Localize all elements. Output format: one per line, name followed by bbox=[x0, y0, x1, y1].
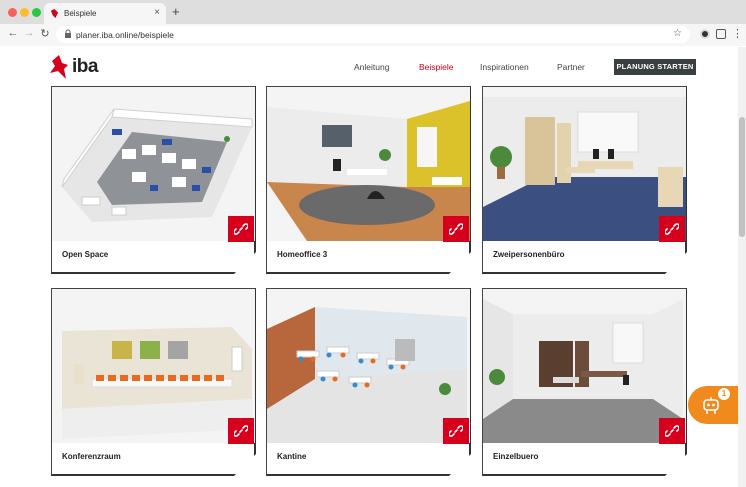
page-scrollbar[interactable] bbox=[738, 47, 746, 487]
reload-button[interactable]: ↻ bbox=[38, 27, 52, 40]
nav-anleitung[interactable]: Anleitung bbox=[354, 62, 389, 72]
browser-chrome: Beispiele × + ← → ↻ planer.iba.online/be… bbox=[0, 0, 746, 46]
extension-icon[interactable] bbox=[700, 29, 710, 39]
address-bar[interactable]: planer.iba.online/beispiele ☆ bbox=[56, 26, 690, 43]
new-tab-button[interactable]: + bbox=[172, 4, 180, 19]
nav-partner[interactable]: Partner bbox=[557, 62, 585, 72]
card-title: Open Space bbox=[62, 250, 109, 259]
minimize-window-button[interactable] bbox=[20, 8, 29, 17]
scrollbar-thumb[interactable] bbox=[739, 117, 745, 237]
card-corner-cut bbox=[665, 252, 687, 274]
zweipersonenbuero-render bbox=[483, 87, 686, 241]
extension-icon[interactable] bbox=[716, 29, 726, 39]
url-text: planer.iba.online/beispiele bbox=[76, 30, 174, 40]
example-card-open-space[interactable]: Open Space bbox=[51, 86, 256, 274]
link-icon bbox=[665, 425, 679, 437]
einzelbuero-render bbox=[483, 289, 686, 443]
tab-strip: Beispiele × + bbox=[0, 0, 746, 24]
bookmark-star-icon[interactable]: ☆ bbox=[673, 28, 682, 39]
card-corner-cut bbox=[449, 454, 471, 476]
example-card-kantine[interactable]: Kantine bbox=[266, 288, 471, 476]
card-title: Konferenzraum bbox=[62, 452, 121, 461]
maximize-window-button[interactable] bbox=[32, 8, 41, 17]
start-planning-button[interactable]: PLANUNG STARTEN bbox=[614, 59, 696, 75]
example-card-zweipersonenbuero[interactable]: Zweipersonenbüro bbox=[482, 86, 687, 274]
lock-icon bbox=[65, 29, 71, 38]
card-corner-cut bbox=[234, 454, 256, 476]
card-link-button[interactable] bbox=[659, 216, 685, 242]
chat-badge: 1 bbox=[718, 388, 730, 400]
tab-title: Beispiele bbox=[64, 9, 97, 18]
chat-widget-button[interactable]: 1 bbox=[688, 386, 738, 424]
browser-tab[interactable]: Beispiele × bbox=[44, 3, 166, 24]
logo-text: iba bbox=[72, 56, 98, 77]
browser-menu-icon[interactable]: ⋮ bbox=[732, 27, 743, 40]
link-icon bbox=[234, 425, 248, 437]
iba-favicon-icon bbox=[50, 9, 59, 18]
card-link-button[interactable] bbox=[659, 418, 685, 444]
konferenzraum-render bbox=[52, 289, 255, 443]
kantine-render bbox=[267, 289, 470, 443]
card-title: Kantine bbox=[277, 452, 307, 461]
link-icon bbox=[449, 223, 463, 235]
close-tab-icon[interactable]: × bbox=[154, 7, 160, 18]
card-link-button[interactable] bbox=[228, 216, 254, 242]
back-button[interactable]: ← bbox=[6, 27, 20, 39]
example-card-einzelbuero[interactable]: Einzelbuero bbox=[482, 288, 687, 476]
page-content: iba Anleitung Beispiele Inspirationen Pa… bbox=[0, 47, 738, 487]
card-title: Einzelbuero bbox=[493, 452, 539, 461]
iba-bird-icon bbox=[50, 55, 68, 79]
nav-inspirationen[interactable]: Inspirationen bbox=[480, 62, 529, 72]
card-link-button[interactable] bbox=[443, 418, 469, 444]
card-link-button[interactable] bbox=[443, 216, 469, 242]
homeoffice-render bbox=[267, 87, 470, 241]
link-icon bbox=[449, 425, 463, 437]
example-card-konferenzraum[interactable]: Konferenzraum bbox=[51, 288, 256, 476]
card-corner-cut bbox=[665, 454, 687, 476]
browser-toolbar: ← → ↻ planer.iba.online/beispiele ☆ ⋮ bbox=[0, 24, 746, 46]
nav-beispiele[interactable]: Beispiele bbox=[419, 62, 454, 72]
close-window-button[interactable] bbox=[8, 8, 17, 17]
card-title: Homeoffice 3 bbox=[277, 250, 328, 259]
open-space-render bbox=[52, 87, 255, 241]
link-icon bbox=[665, 223, 679, 235]
card-corner-cut bbox=[449, 252, 471, 274]
link-icon bbox=[234, 223, 248, 235]
card-link-button[interactable] bbox=[228, 418, 254, 444]
example-card-homeoffice-3[interactable]: Homeoffice 3 bbox=[266, 86, 471, 274]
card-corner-cut bbox=[234, 252, 256, 274]
forward-button[interactable]: → bbox=[22, 27, 36, 39]
card-title: Zweipersonenbüro bbox=[493, 250, 565, 259]
